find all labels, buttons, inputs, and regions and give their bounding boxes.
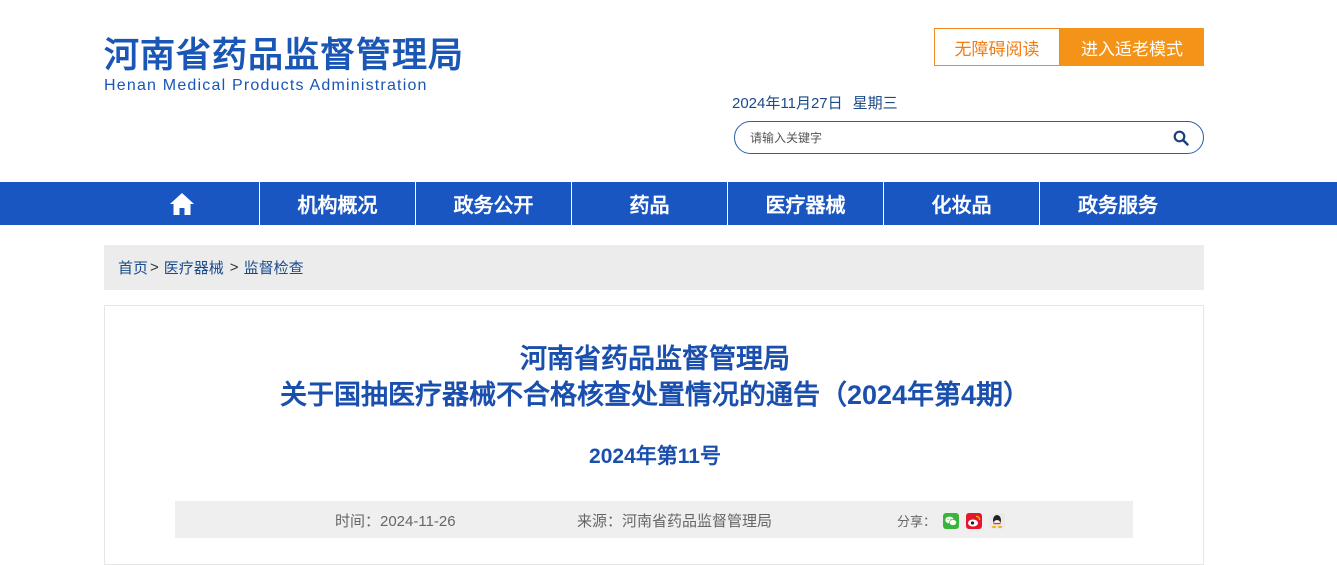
document-number: 2024年第11号 [589, 445, 721, 468]
nav-item-services[interactable]: 政务服务 [1040, 182, 1196, 225]
breadcrumb-home[interactable]: 首页 [118, 257, 148, 278]
breadcrumb-medical-devices[interactable]: 医疗器械 [164, 257, 224, 278]
breadcrumb: 首页 > 医疗器械 > 监督检查 [104, 245, 1204, 290]
main-nav: 机构概况 政务公开 药品 医疗器械 化妆品 政务服务 [0, 182, 1337, 225]
date-text: 2024年11月27日 [732, 95, 843, 112]
site-title-cn: 河南省药品监督管理局 [104, 36, 465, 75]
search-icon[interactable] [1173, 130, 1189, 146]
qq-icon[interactable] [989, 512, 1006, 529]
accessibility-toolbar: 无障碍阅读 进入适老模式 [934, 28, 1204, 66]
search-input[interactable] [750, 128, 1150, 148]
publish-time: 时间：2024-11-26 [335, 513, 456, 530]
article-source: 来源：河南省药品监督管理局 [577, 513, 773, 530]
nav-item-cosmetics[interactable]: 化妆品 [884, 182, 1040, 225]
article-title-line1: 河南省药品监督管理局 [520, 344, 790, 374]
current-date: 2024年11月27日 星期三 [732, 92, 898, 113]
weibo-icon[interactable] [966, 512, 983, 529]
breadcrumb-supervision[interactable]: 监督检查 [244, 257, 304, 278]
article-meta-bar: 时间：2024-11-26 来源：河南省药品监督管理局 分享： [175, 501, 1133, 538]
weekday-text: 星期三 [852, 95, 898, 112]
home-icon [169, 192, 194, 215]
nav-item-government-affairs[interactable]: 政务公开 [416, 182, 572, 225]
breadcrumb-separator: > [229, 259, 239, 276]
nav-item-drugs[interactable]: 药品 [572, 182, 728, 225]
nav-home[interactable] [104, 182, 260, 225]
nav-item-organization[interactable]: 机构概况 [260, 182, 416, 225]
share-bar: 分享： [897, 511, 1006, 530]
site-title-en: Henan Medical Products Administration [104, 77, 428, 94]
elder-mode-button[interactable]: 进入适老模式 [1060, 28, 1204, 66]
accessibility-reading-button[interactable]: 无障碍阅读 [934, 28, 1060, 66]
article-title-line2: 关于国抽医疗器械不合格核查处置情况的通告（2024年第4期） [279, 380, 1031, 410]
share-label: 分享： [897, 514, 937, 529]
article-panel: 河南省药品监督管理局 关于国抽医疗器械不合格核查处置情况的通告（2024年第4期… [104, 305, 1204, 565]
site-header: 河南省药品监督管理局 Henan Medical Products Admini… [0, 0, 1337, 182]
site-logo[interactable]: 河南省药品监督管理局 Henan Medical Products Admini… [104, 36, 464, 95]
search-box [734, 121, 1204, 154]
nav-item-medical-devices[interactable]: 医疗器械 [728, 182, 884, 225]
wechat-icon[interactable] [943, 512, 960, 529]
breadcrumb-separator: > [150, 259, 159, 276]
